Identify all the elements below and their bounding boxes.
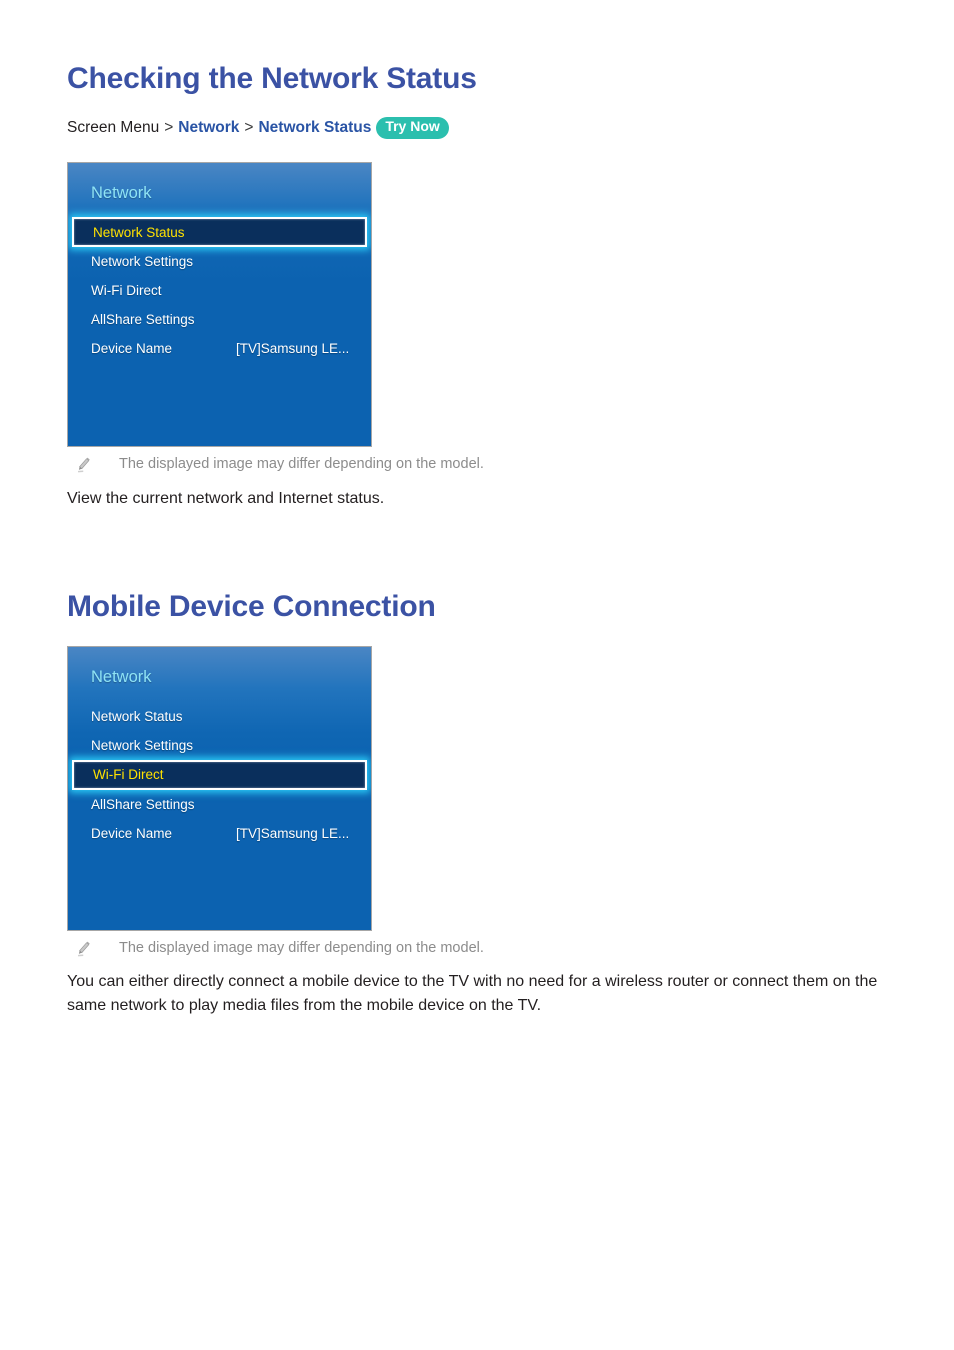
menu-item-network-status[interactable]: Network Status [68,702,371,731]
menu-item-label: Wi-Fi Direct [93,767,164,783]
document-page: Checking the Network Status Screen Menu >… [0,0,954,1350]
page-title-mobile-device-connection: Mobile Device Connection [67,590,436,624]
note-model-disclaimer-2: The displayed image may differ depending… [67,939,887,958]
pencil-icon [76,457,92,473]
page-title-checking-network-status: Checking the Network Status [67,62,477,95]
body-text-section-1: View the current network and Internet st… [67,490,385,508]
body-text-section-2: You can either directly connect a mobile… [67,972,878,1014]
try-now-badge[interactable]: Try Now [376,117,449,139]
breadcrumb-link-network-status[interactable]: Network Status [258,119,371,136]
breadcrumb-root: Screen Menu [67,119,160,136]
menu-item-allshare-settings[interactable]: AllShare Settings [68,790,371,819]
menu-item-allshare-settings[interactable]: AllShare Settings [68,305,371,334]
menu-list: Network Status Network Settings Wi-Fi Di… [68,217,371,363]
note-text: The displayed image may differ depending… [119,455,484,472]
breadcrumb: Screen Menu > Network > Network Status Try No… [67,117,887,140]
menu-item-network-settings[interactable]: Network Settings [68,731,371,760]
menu-item-value: [TV]Samsung LE... [236,341,350,356]
breadcrumb-separator-icon: > [164,119,174,136]
note-text: The displayed image may differ depending… [119,940,484,957]
panel-heading-network: Network [91,668,152,687]
tv-network-menu-panel-2: Network Network Status Network Settings … [67,646,372,932]
menu-item-device-name[interactable]: Device Name [TV]Samsung LE... [68,334,371,363]
panel-heading-network: Network [91,183,152,202]
menu-item-wifi-direct[interactable]: Wi-Fi Direct [72,759,367,790]
breadcrumb-separator-icon: > [244,119,254,136]
breadcrumb-link-network[interactable]: Network [178,119,239,136]
menu-item-value: [TV]Samsung LE... [236,825,350,841]
panel-content: Network Network Status Network Settings … [68,163,371,364]
menu-item-label: Network Status [91,708,183,724]
menu-item-label: Wi-Fi Direct [91,283,162,298]
pencil-icon [76,941,92,957]
menu-item-label: AllShare Settings [91,796,195,812]
menu-item-network-settings[interactable]: Network Settings [68,247,371,276]
menu-item-wifi-direct[interactable]: Wi-Fi Direct [68,276,371,305]
menu-item-label: AllShare Settings [91,312,195,327]
menu-item-device-name[interactable]: Device Name [TV]Samsung LE... [68,819,371,848]
tv-network-menu-panel-1: Network Network Status Network Settings … [67,161,372,447]
menu-item-label: Network Status [93,224,185,240]
menu-item-label: Device Name [91,825,173,841]
menu-item-label: Device Name [91,341,173,356]
panel-content: Network Network Status Network Settings … [68,647,371,848]
menu-item-label: Network Settings [91,737,194,753]
menu-list: Network Status Network Settings Wi-Fi Di… [68,702,371,848]
menu-item-network-status[interactable]: Network Status [72,217,367,247]
note-model-disclaimer-1: The displayed image may differ depending… [67,455,887,474]
menu-item-label: Network Settings [91,254,194,269]
